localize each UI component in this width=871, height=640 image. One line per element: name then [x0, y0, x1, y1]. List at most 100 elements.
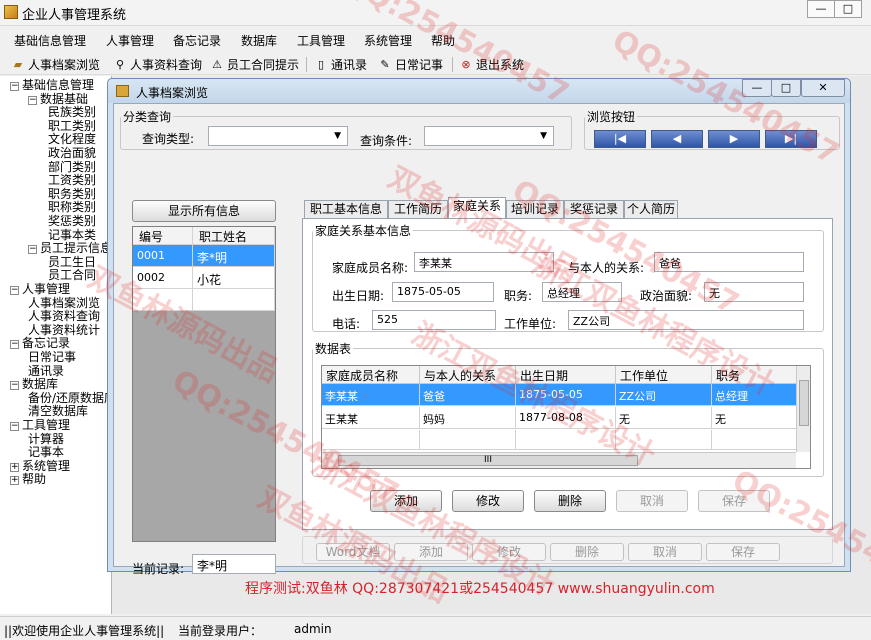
bottom-cancel-button[interactable]: 取消: [628, 543, 702, 561]
toolbar-exit-button[interactable]: ⊗ 退出系统: [459, 56, 524, 73]
tab-item[interactable]: 个人简历: [624, 200, 678, 218]
family-grid-empty-cell[interactable]: [516, 430, 616, 450]
family-grid-cell[interactable]: 1875-05-05: [516, 384, 616, 406]
birth-date-field[interactable]: 1875-05-05: [392, 282, 494, 302]
query-condition-select[interactable]: ▼: [424, 126, 554, 146]
cancel-button[interactable]: 取消: [616, 490, 688, 512]
toolbar-daily-notes-button[interactable]: ✎ 日常记事: [378, 56, 443, 73]
collapse-icon[interactable]: −: [10, 381, 19, 391]
tree-node[interactable]: − 员工提示信息: [28, 242, 111, 255]
grid-cell[interactable]: 0002: [133, 267, 193, 289]
collapse-icon[interactable]: −: [10, 340, 19, 350]
nav-first-button[interactable]: |◀: [594, 130, 646, 148]
bottom-add-button[interactable]: 添加: [394, 543, 468, 561]
maximize-button[interactable]: □: [834, 0, 862, 18]
tree-node[interactable]: 备份/还原数据库: [28, 391, 111, 405]
tree-node[interactable]: 人事资料查询: [28, 310, 100, 323]
menu-basic-info[interactable]: 基础信息管理: [14, 32, 86, 49]
child-close-button[interactable]: ✕: [801, 79, 845, 97]
tab-item[interactable]: 家庭关系: [448, 197, 506, 219]
word-export-button[interactable]: Word文档: [316, 543, 390, 561]
family-grid-cell[interactable]: 王某某: [322, 407, 420, 429]
phone-field[interactable]: 525: [372, 310, 496, 330]
collapse-icon[interactable]: −: [10, 82, 19, 91]
tree-node[interactable]: − 备忘记录: [10, 337, 70, 350]
tree-node[interactable]: 奖惩类别: [48, 215, 96, 228]
tree-node[interactable]: − 工具管理: [10, 419, 70, 432]
horizontal-scrollbar[interactable]: III: [322, 452, 796, 468]
expand-icon[interactable]: +: [10, 476, 19, 486]
collapse-icon[interactable]: −: [28, 245, 37, 255]
tree-node[interactable]: 记事本类: [48, 228, 96, 242]
job-title-field[interactable]: 总经理: [542, 282, 622, 302]
tree-node[interactable]: 文化程度: [48, 133, 96, 146]
family-grid-empty-cell[interactable]: [712, 430, 798, 450]
tree-node[interactable]: 民族类别: [48, 106, 96, 119]
tree-node[interactable]: 日常记事: [28, 351, 76, 364]
work-unit-field[interactable]: ZZ公司: [568, 310, 804, 330]
tree-node[interactable]: − 人事管理: [10, 283, 70, 296]
tree-node[interactable]: 职工类别: [48, 119, 96, 133]
bottom-edit-button[interactable]: 修改: [472, 543, 546, 561]
grid-header-cell[interactable]: 职工姓名: [193, 227, 275, 245]
delete-button[interactable]: 删除: [534, 490, 606, 512]
grid-cell[interactable]: [133, 289, 193, 311]
tree-node[interactable]: 部门类别: [48, 160, 96, 174]
toolbar-query-button[interactable]: ⚲ 人事资料查询: [113, 56, 202, 73]
tab-item[interactable]: 工作简历: [388, 200, 448, 218]
grid-cell[interactable]: 小花: [193, 267, 275, 289]
bottom-save-button[interactable]: 保存: [706, 543, 780, 561]
family-grid-header[interactable]: 出生日期: [516, 366, 616, 384]
vertical-scrollbar[interactable]: [796, 366, 810, 452]
tab-item[interactable]: 培训记录: [506, 200, 564, 218]
tree-node[interactable]: 清空数据库: [28, 405, 88, 418]
family-grid-header[interactable]: 与本人的关系: [420, 366, 516, 384]
child-maximize-button[interactable]: □: [771, 79, 801, 97]
tree-node[interactable]: + 帮助: [10, 473, 46, 486]
menu-help[interactable]: 帮助: [431, 32, 455, 49]
collapse-icon[interactable]: −: [10, 422, 19, 431]
minimize-button[interactable]: —: [807, 0, 835, 18]
family-grid-cell[interactable]: 总经理: [712, 384, 798, 406]
tree-node[interactable]: − 数据库: [10, 378, 58, 391]
tree-node[interactable]: − 基础信息管理: [10, 79, 94, 92]
menu-memo[interactable]: 备忘记录: [173, 32, 221, 49]
collapse-icon[interactable]: −: [28, 95, 37, 105]
toolbar-contract-alert-button[interactable]: ⚠ 员工合同提示: [210, 56, 299, 73]
edit-button[interactable]: 修改: [452, 490, 524, 512]
add-button[interactable]: 添加: [370, 490, 442, 512]
tree-node[interactable]: 工资类别: [48, 174, 96, 187]
grid-cell[interactable]: 李*明: [193, 245, 275, 267]
menu-personnel[interactable]: 人事管理: [106, 32, 154, 49]
tree-node[interactable]: 职务类别: [48, 187, 96, 201]
query-type-select[interactable]: ▼: [208, 126, 348, 146]
nav-prev-button[interactable]: ◀: [651, 130, 703, 148]
grid-cell[interactable]: [193, 289, 275, 311]
family-grid-empty-cell[interactable]: [322, 430, 420, 450]
family-grid-empty-cell[interactable]: [616, 430, 712, 450]
bottom-delete-button[interactable]: 删除: [550, 543, 624, 561]
tree-node[interactable]: − 数据基础: [28, 92, 88, 106]
family-grid-cell[interactable]: 李某某: [322, 384, 420, 406]
family-grid-cell[interactable]: 无: [616, 407, 712, 429]
grid-header-cell[interactable]: 编号: [133, 227, 193, 245]
tab-item[interactable]: 奖惩记录: [564, 200, 624, 218]
family-grid-empty-cell[interactable]: [420, 430, 516, 450]
scrollbar-thumb[interactable]: III: [338, 455, 638, 466]
tree-node[interactable]: 员工合同: [48, 269, 96, 282]
collapse-icon[interactable]: −: [10, 286, 19, 295]
tree-node[interactable]: 员工生日: [48, 255, 96, 269]
family-grid-header[interactable]: 职务: [712, 366, 798, 384]
menu-tools[interactable]: 工具管理: [297, 32, 345, 49]
expand-icon[interactable]: +: [10, 462, 19, 472]
nav-next-button[interactable]: ▶: [708, 130, 760, 148]
toolbar-archive-browse-button[interactable]: ▰ 人事档案浏览: [11, 56, 100, 73]
menu-database[interactable]: 数据库: [241, 32, 277, 49]
family-grid-cell[interactable]: 无: [712, 407, 798, 429]
grid-cell[interactable]: 0001: [133, 245, 193, 267]
family-grid-cell[interactable]: 妈妈: [420, 407, 516, 429]
save-button[interactable]: 保存: [698, 490, 770, 512]
relation-field[interactable]: 爸爸: [654, 252, 804, 272]
tab-item[interactable]: 职工基本信息: [304, 200, 388, 218]
family-grid-cell[interactable]: 爸爸: [420, 384, 516, 406]
